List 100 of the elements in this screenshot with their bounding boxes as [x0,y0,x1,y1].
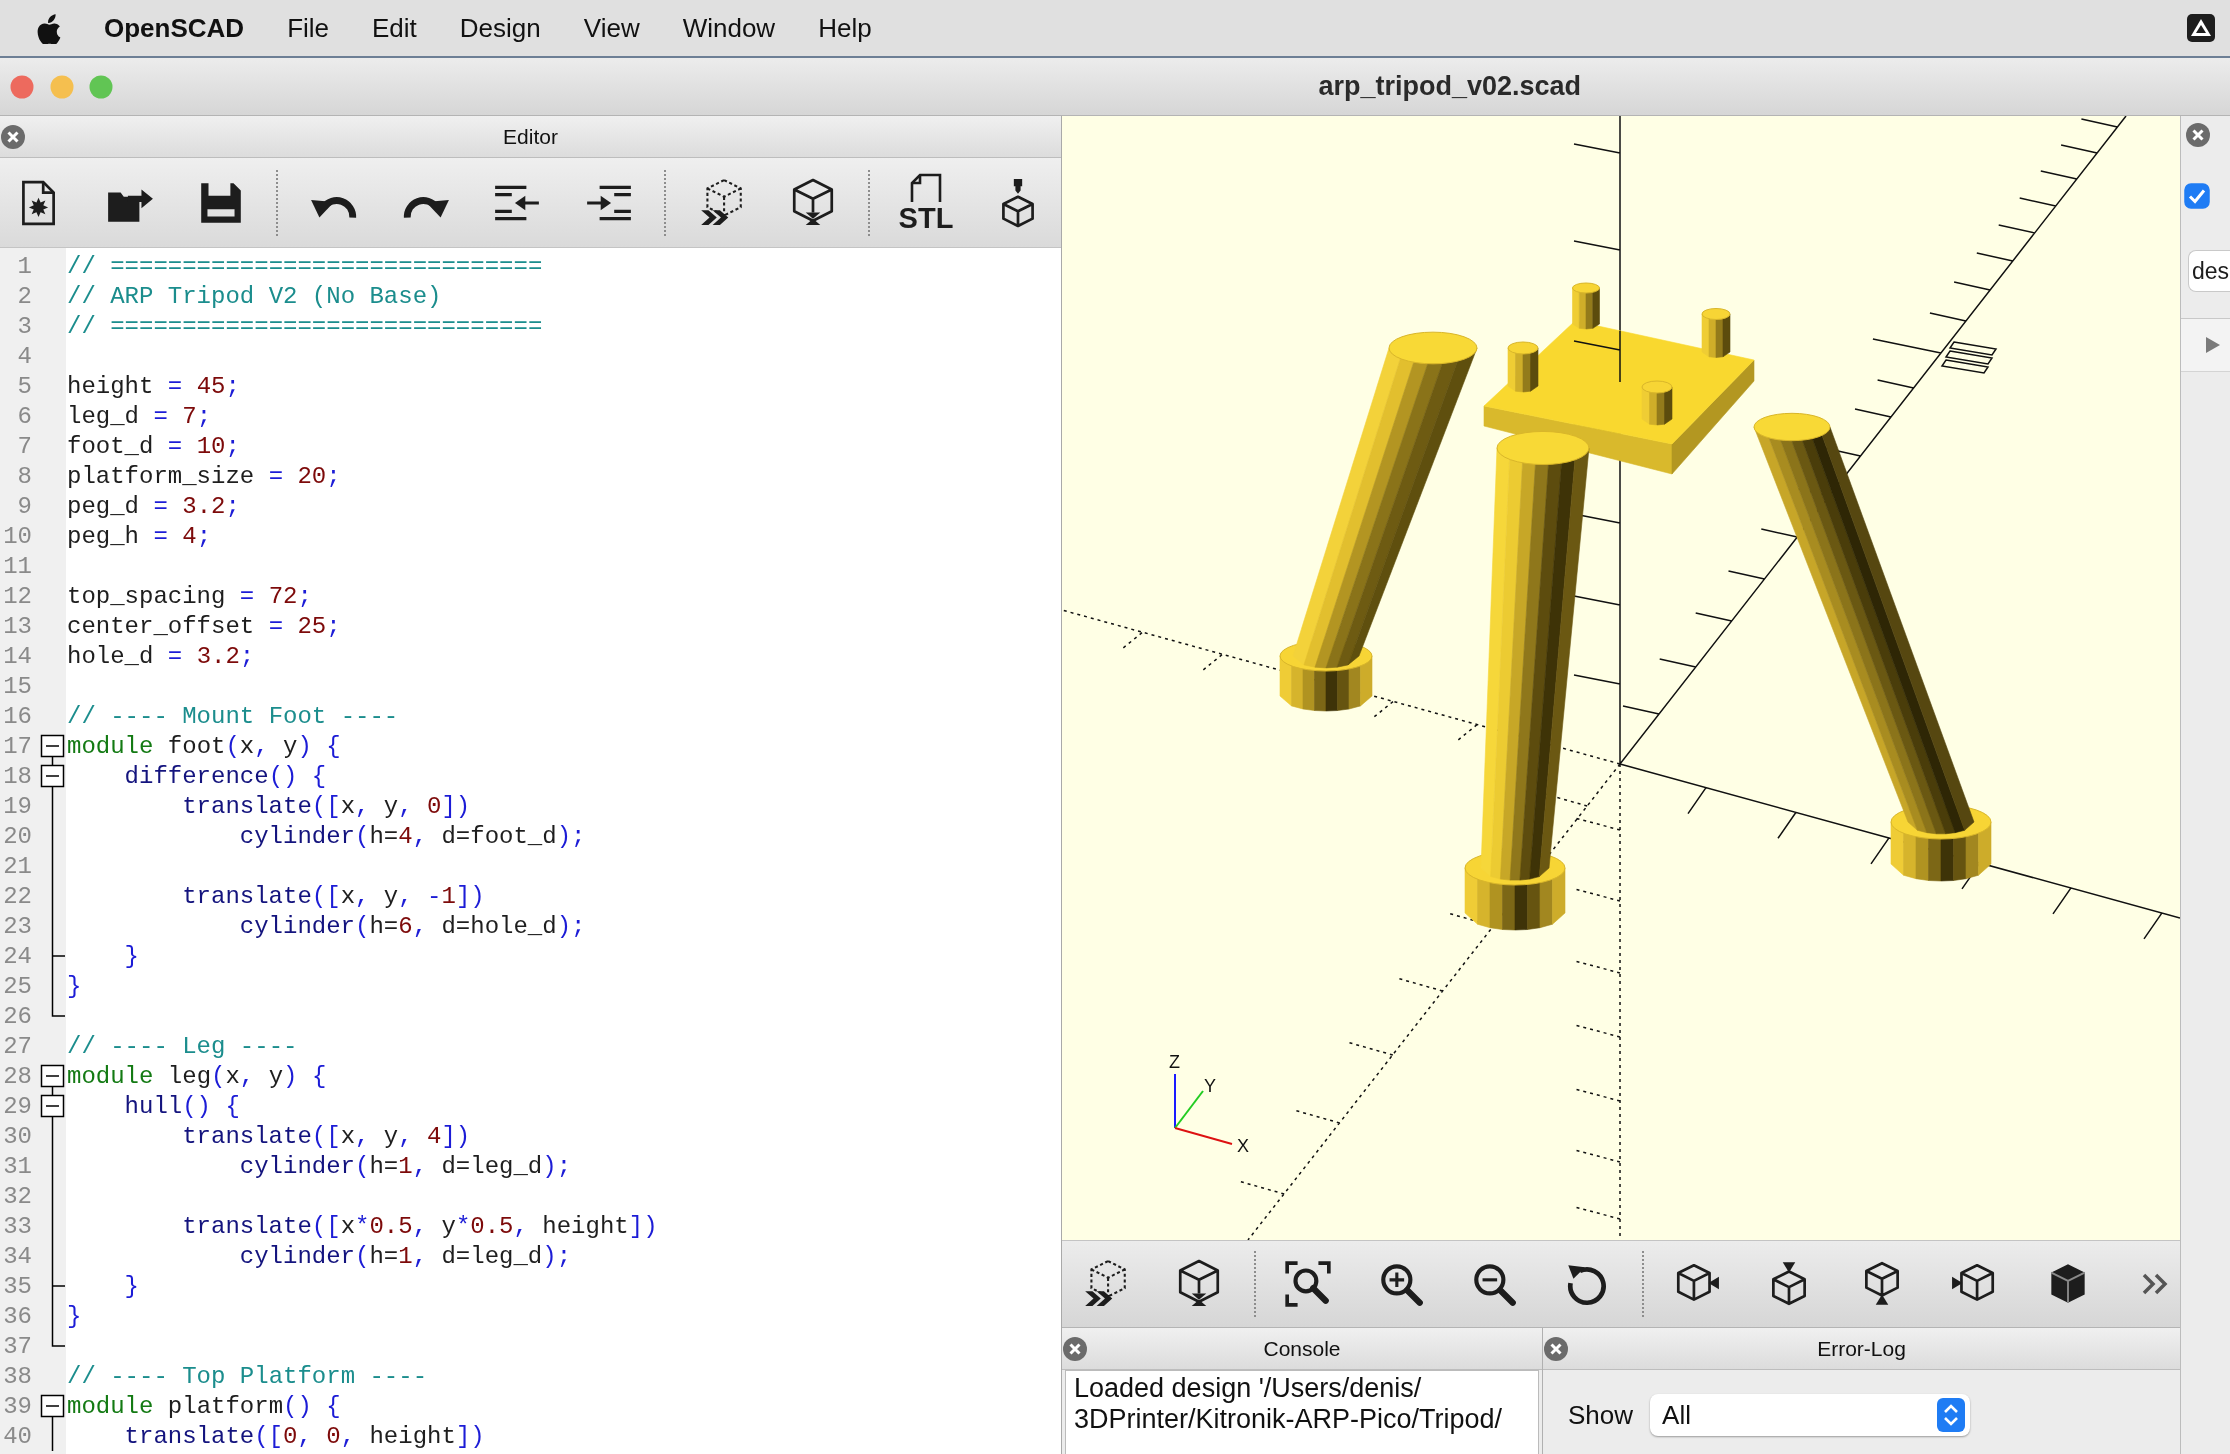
code-line: height = 45; [67,372,240,400]
line-number: 37 [2,1332,32,1360]
line-number: 23 [2,912,32,940]
code-line: translate([x*0.5, y*0.5, height]) [182,1212,658,1240]
up-down-arrows-icon [1937,1398,1966,1432]
axis-label: Y [1204,1076,1216,1096]
line-number: 39 [2,1392,32,1420]
close-icon[interactable] [2186,123,2210,147]
line-number: 17 [2,732,32,760]
code-line: } [67,972,82,1000]
line-number: 38 [2,1362,32,1390]
window-title: arp_tripod_v02.scad [1318,71,1582,102]
code-line: peg_d = 3.2; [67,492,240,520]
line-number: 12 [2,582,32,610]
line-number: 1 [16,252,32,280]
close-icon[interactable] [1544,1336,1568,1361]
code-line: } [124,1272,139,1300]
panel-title: Error-Log [1817,1336,1906,1361]
line-number: 16 [2,702,32,730]
line-number: 40 [2,1422,32,1450]
line-number: 25 [2,972,32,1000]
line-number: 15 [2,672,32,700]
line-number: 7 [16,432,32,460]
menu-item[interactable]: View [583,12,640,44]
line-number: 2 [16,282,32,310]
collapse-icon[interactable] [40,1094,65,1118]
code-line: } [67,1302,82,1330]
line-number: 6 [16,402,32,430]
line-number: 34 [2,1242,32,1270]
code-line: leg_d = 7; [67,402,212,430]
collapse-icon[interactable] [40,734,65,758]
render-viewport[interactable]: Z Y X [1062,116,2180,1240]
code-line: platform_size = 20; [67,462,341,490]
line-number: 31 [2,1152,32,1180]
line-number: 14 [2,642,32,670]
code-line: translate([x, y, 0]) [182,792,471,820]
code-line: translate([0, 0, height]) [124,1422,485,1450]
line-number: 19 [2,792,32,820]
code-line: // ---- Leg ---- [67,1032,298,1060]
code-line: cylinder(h=1, d=leg_d); [239,1242,572,1270]
code-line: cylinder(h=1, d=leg_d); [239,1152,572,1180]
line-number: 4 [16,342,32,370]
code-line: module leg(x, y) { [67,1062,327,1090]
line-number: 9 [16,492,32,520]
code-line: foot_d = 10; [67,432,240,460]
menu-item[interactable]: Window [682,12,776,44]
line-number: 27 [2,1032,32,1060]
code-line: cylinder(h=4, d=foot_d); [239,822,586,850]
line-number: 8 [16,462,32,490]
axis-indicator [1174,1073,1233,1145]
code-line: top_spacing = 72; [67,582,312,610]
collapse-icon[interactable] [40,1394,65,1418]
line-number: 10 [2,522,32,550]
code-line: hull() { [124,1092,240,1120]
collapse-icon[interactable] [40,1064,65,1088]
axis-label: Z [1169,1052,1180,1072]
checkbox[interactable] [2184,183,2210,209]
line-number: 3 [16,312,32,340]
code-line: module foot(x, y) { [67,732,341,760]
code-line: peg_h = 4; [67,522,212,550]
code-line: } [124,942,139,970]
double-chevron-icon[interactable] [2142,1273,2168,1295]
code-line: // ---- Top Platform ---- [67,1362,428,1390]
expand-arrow-icon[interactable] [2206,337,2220,353]
line-number: 5 [16,372,32,400]
line-number: 13 [2,612,32,640]
z-axis-line [1573,330,1621,383]
menu-item[interactable]: Edit [372,12,417,44]
menu-item[interactable]: Help [818,12,872,44]
app-menu[interactable]: OpenSCAD [104,12,245,44]
menu-item[interactable]: Design [459,12,541,44]
code-line: translate([x, y, 4]) [182,1122,471,1150]
code-line: difference() { [124,762,327,790]
collapse-icon[interactable] [40,764,65,788]
line-number: 33 [2,1212,32,1240]
line-number: 28 [2,1062,32,1090]
text-field[interactable]: des [2188,250,2230,292]
line-number: 24 [2,942,32,970]
line-number: 30 [2,1122,32,1150]
apple-icon[interactable] [35,12,61,44]
line-number: 21 [2,852,32,880]
code-line: // ARP Tripod V2 (No Base) [67,282,442,310]
zoom-fit-icon[interactable] [1283,1259,1333,1309]
line-number: 35 [2,1272,32,1300]
code-line: // ---- Mount Foot ---- [67,702,399,730]
close-icon[interactable] [1,124,25,149]
panel-title: Editor [503,124,558,149]
export-stl-button[interactable]: STL [888,172,964,233]
line-number: 26 [2,1002,32,1030]
close-icon[interactable] [1063,1336,1087,1361]
code-line: hole_d = 3.2; [67,642,255,670]
axis-label: X [1237,1136,1249,1156]
document-icon [910,172,942,204]
code-line: cylinder(h=6, d=hole_d); [239,912,586,940]
show-label: Show [1568,1399,1634,1432]
menu-item[interactable]: File [287,12,330,44]
show-dropdown[interactable]: All [1650,1394,1971,1436]
console-message: Loaded design '/Users/denis/ 3DPrinter/Kitronik-ARP-Pico/Tripod/ [1074,1373,1504,1435]
code-line: module platform() { [67,1392,341,1420]
code-line: translate([x, y, -1]) [182,882,485,910]
